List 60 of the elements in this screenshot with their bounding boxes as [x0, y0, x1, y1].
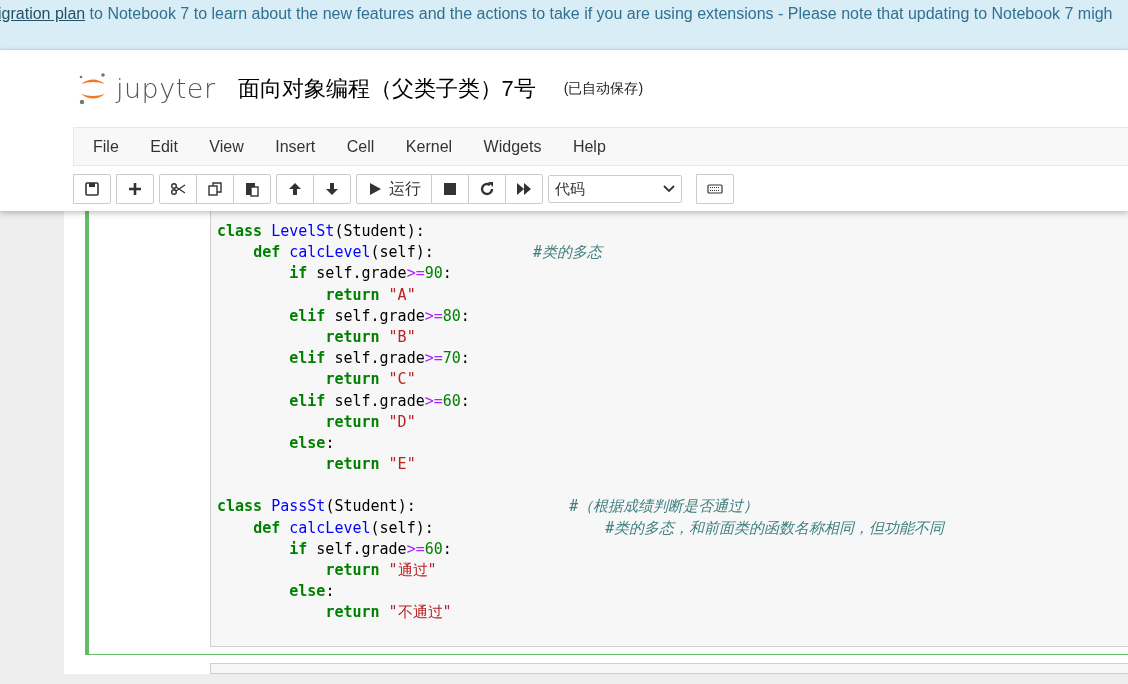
- restart-button[interactable]: [468, 174, 506, 204]
- menu-item[interactable]: Help: [559, 137, 625, 156]
- stop-button[interactable]: [431, 174, 469, 204]
- menu-item[interactable]: Insert: [262, 137, 334, 156]
- chevron-down-icon: [663, 185, 675, 193]
- save-button[interactable]: [73, 174, 111, 204]
- restart-icon: [479, 181, 495, 197]
- code-line: def calcLevel(self):: [253, 518, 434, 537]
- paste-icon: [244, 181, 260, 197]
- code-line: return "通过": [325, 561, 437, 579]
- add-cell-button[interactable]: [116, 174, 154, 204]
- paste-button[interactable]: [233, 174, 271, 204]
- menu-item[interactable]: Widgets: [470, 137, 560, 156]
- code-line: return "C": [325, 370, 416, 389]
- save-icon: [84, 181, 100, 197]
- code-line: return "A": [325, 285, 416, 304]
- code-line: return "B": [325, 327, 416, 346]
- keyboard-icon: [707, 181, 723, 197]
- move-up-button[interactable]: [276, 174, 314, 204]
- code-line: def calcLevel(self):: [253, 243, 434, 262]
- code-comment: #（根据成绩判断是否通过）: [569, 497, 759, 516]
- code-line: if self.grade>=60:: [289, 539, 452, 558]
- up-arrow-icon: [287, 181, 303, 197]
- code-line: if self.grade>=90:: [289, 264, 452, 283]
- stop-icon: [442, 181, 458, 197]
- run-button[interactable]: 运行: [356, 174, 432, 204]
- run-all-button[interactable]: [505, 174, 543, 204]
- move-down-button[interactable]: [313, 174, 351, 204]
- shortcuts-button[interactable]: [696, 174, 734, 204]
- cell-type-dropdown[interactable]: 代码: [548, 175, 682, 203]
- code-line: elif self.grade>=60:: [289, 391, 470, 410]
- code-line: return "D": [325, 412, 416, 431]
- copy-button[interactable]: [196, 174, 234, 204]
- code-comment: #类的多态: [533, 243, 603, 262]
- jupyter-wordmark[interactable]: jupyter: [116, 73, 216, 104]
- copy-icon: [207, 181, 223, 197]
- menu-item[interactable]: File: [80, 137, 138, 156]
- menu-item[interactable]: Kernel: [392, 137, 471, 156]
- jupyter-logo-icon: [78, 70, 108, 107]
- menu-item[interactable]: Edit: [137, 137, 197, 156]
- notebook-title[interactable]: 面向对象编程（父类子类）7号: [237, 73, 536, 104]
- play-icon: [367, 181, 383, 197]
- scissors-icon: [170, 181, 186, 197]
- code-line: class PassSt(Student):: [217, 497, 416, 516]
- code-line: else:: [289, 582, 335, 601]
- cut-button[interactable]: [159, 174, 197, 204]
- menu-item[interactable]: Cell: [333, 137, 393, 156]
- fast-forward-icon: [516, 181, 532, 197]
- code-line: return "不通过": [325, 603, 452, 622]
- code-line: class LevelSt(Student):: [217, 222, 425, 240]
- code-comment: #类的多态，和前面类的函数名称相同，但功能不同: [605, 518, 945, 537]
- code-line: elif self.grade>=70:: [289, 349, 470, 368]
- down-arrow-icon: [324, 181, 340, 197]
- code-line: elif self.grade>=80:: [289, 306, 470, 325]
- plus-icon: [127, 181, 143, 197]
- code-line: return "E": [325, 455, 416, 474]
- autosave-status: (已自动保存): [563, 79, 644, 98]
- empty-code-cell[interactable]: [210, 662, 1128, 674]
- code-line: else:: [289, 433, 335, 452]
- menu-item[interactable]: View: [196, 137, 263, 156]
